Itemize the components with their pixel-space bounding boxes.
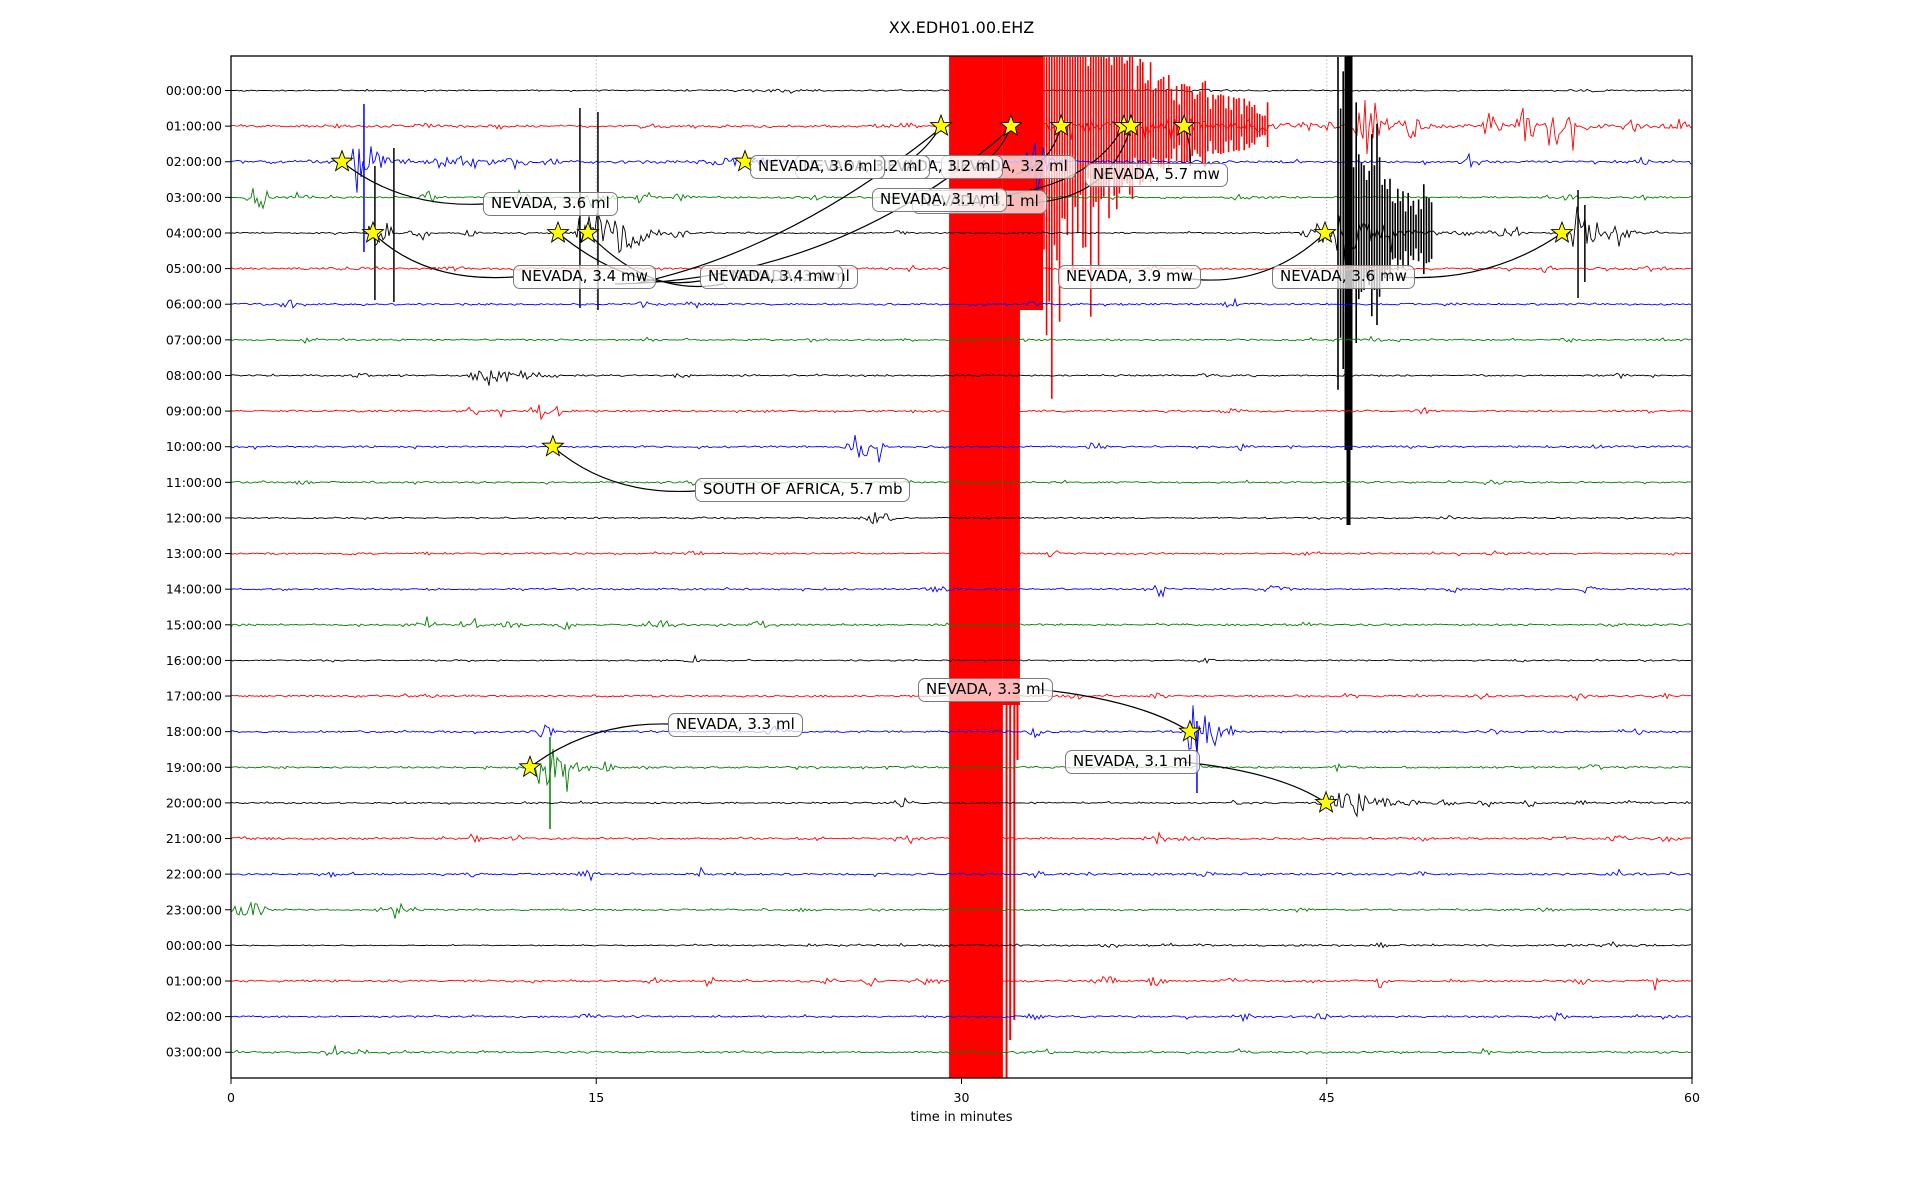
y-tick-label: 08:00:00 [166, 368, 222, 383]
y-tick-label: 03:00:00 [166, 190, 222, 205]
y-tick-label: 00:00:00 [166, 83, 222, 98]
axes: 00:00:00 01:00:00 02:00:00 03:00:00 04:00:00… [166, 83, 1700, 1105]
x-tick-label: 15 [588, 1090, 604, 1105]
y-tick-label: 23:00:00 [166, 902, 222, 917]
event-label: NEVADA, 3.6 ml [483, 192, 618, 216]
event-label: NEVADA, 3.3 ml [918, 678, 1053, 702]
black-clipping-bar [1346, 450, 1351, 525]
red-band-flare [1002, 56, 1044, 310]
event-star-marker [1550, 220, 1574, 243]
event-label: NEVADA, 3.4 mw [700, 265, 843, 289]
event-label: SOUTH OF AFRICA, 5.7 mb [695, 478, 911, 502]
x-tick-label: 0 [227, 1090, 235, 1105]
event-label: NEVADA, 3.6 ml [750, 155, 885, 179]
y-tick-label: 03:00:00 [166, 1045, 222, 1060]
helicorder-canvas: 00:00:00 01:00:00 02:00:00 03:00:00 04:00:00… [166, 55, 1700, 1105]
y-tick-label: 01:00:00 [166, 119, 222, 134]
y-tick-label: 15:00:00 [166, 617, 222, 632]
event-label: NEVADA, 3.3 ml [668, 713, 803, 737]
event-arrow [552, 446, 696, 493]
y-tick-label: 13:00:00 [166, 546, 222, 561]
y-tick-label: 17:00:00 [166, 689, 222, 704]
y-tick-label: 20:00:00 [166, 795, 222, 810]
event-star-marker [518, 755, 542, 778]
event-arrow [1035, 688, 1191, 733]
event-label: NEVADA, 3.9 mw [1058, 265, 1201, 289]
y-tick-label: 00:00:00 [166, 938, 222, 953]
x-tick-label: 60 [1684, 1090, 1700, 1105]
event-label: NEVADA, 3.4 mw [513, 265, 656, 289]
event-label: NEVADA, 3.1 ml [872, 188, 1007, 212]
clipped-burst-fan [1043, 57, 1269, 399]
y-tick-label: 16:00:00 [166, 653, 222, 668]
y-tick-label: 19:00:00 [166, 760, 222, 775]
y-tick-label: 09:00:00 [166, 404, 222, 419]
event-star-marker [1314, 790, 1338, 813]
event-label: NEVADA, 5.7 mw [1085, 163, 1228, 187]
y-tick-label: 04:00:00 [166, 225, 222, 240]
y-tick-label: 22:00:00 [166, 867, 222, 882]
y-tick-label: 10:00:00 [166, 439, 222, 454]
y-tick-label: 06:00:00 [166, 297, 222, 312]
y-tick-label: 11:00:00 [166, 475, 222, 490]
x-tick-label: 45 [1319, 1090, 1335, 1105]
x-tick-label: 30 [954, 1090, 970, 1105]
y-tick-label: 18:00:00 [166, 724, 222, 739]
y-tick-label: 12:00:00 [166, 510, 222, 525]
y-tick-label: 02:00:00 [166, 154, 222, 169]
y-tick-label: 02:00:00 [166, 1009, 222, 1024]
y-tick-label: 07:00:00 [166, 332, 222, 347]
y-tick-label: 14:00:00 [166, 582, 222, 597]
y-tick-label: 01:00:00 [166, 974, 222, 989]
event-label: NEVADA, 3.1 ml [1065, 750, 1200, 774]
seismogram-window: XX.EDH01.00.EHZ 00:00:00 01:00:00 02:00:00… [0, 0, 1920, 1200]
event-star-marker [929, 113, 953, 137]
event-label: NEVADA, 3.6 mw [1272, 265, 1415, 289]
y-tick-label: 05:00:00 [166, 261, 222, 276]
y-tick-label: 21:00:00 [166, 831, 222, 846]
